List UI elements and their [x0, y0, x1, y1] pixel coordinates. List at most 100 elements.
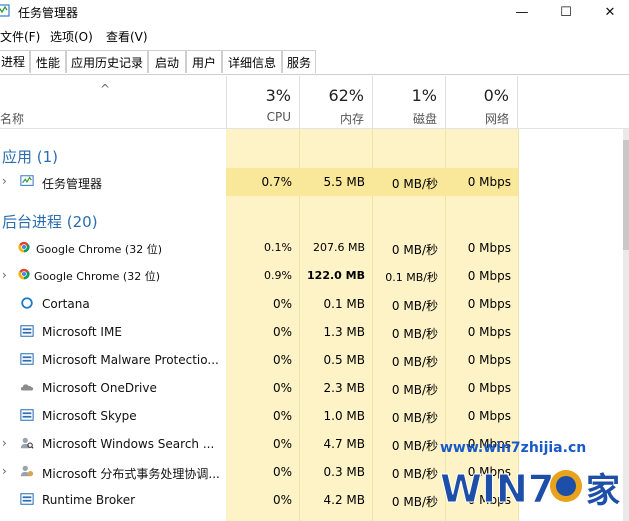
cpu-value: 0% [272, 493, 292, 507]
network-value: 0 Mbps [467, 297, 511, 311]
group-header-apps[interactable]: 应用 (1) [0, 140, 629, 168]
memory-value: 0.1 MB [323, 297, 365, 311]
disk-value: 0 MB/秒 [391, 467, 438, 481]
malware-icon [20, 353, 34, 365]
cpu-value: 0% [272, 297, 292, 311]
menu-options[interactable]: 选项(O) [50, 28, 93, 45]
process-row[interactable]: Microsoft Malware Protectio... 0% 0.5 MB… [0, 346, 629, 374]
disk-value: 0 MB/秒 [391, 327, 438, 341]
window-title: 任务管理器 [18, 6, 79, 20]
expand-chevron-icon[interactable]: › [2, 268, 7, 282]
process-name: Microsoft Malware Protectio... [42, 353, 219, 367]
process-name: Microsoft 分布式事务处理协调... [42, 467, 220, 481]
process-row[interactable]: Microsoft Skype 0% 1.0 MB 0 MB/秒 0 Mbps [0, 402, 629, 430]
network-value: 0 Mbps [467, 325, 511, 339]
memory-value: 207.6 MB [312, 241, 365, 254]
header-disk-label: 磁盘 [412, 112, 437, 126]
memory-value: 4.7 MB [323, 437, 365, 451]
process-name: Google Chrome (32 位) [36, 243, 163, 256]
cpu-value: 0% [272, 465, 292, 479]
group-title-background: 后台进程 (20) [2, 213, 98, 231]
expand-chevron-icon[interactable]: › [2, 436, 7, 450]
network-value: 0 Mbps [467, 241, 511, 255]
disk-value: 0 MB/秒 [391, 411, 438, 425]
tab-startup[interactable]: 启动 [148, 50, 186, 73]
process-name: Microsoft Windows Search ... [42, 437, 215, 451]
network-value: 0 Mbps [467, 409, 511, 423]
process-row[interactable]: Microsoft OneDrive 0% 2.3 MB 0 MB/秒 0 Mb… [0, 374, 629, 402]
header-network-pct: 0% [483, 86, 509, 105]
process-name: 任务管理器 [42, 177, 103, 191]
onedrive-icon [20, 384, 34, 391]
header-disk[interactable]: 1% 磁盘 [372, 76, 445, 128]
memory-value: 2.3 MB [323, 381, 365, 395]
sort-up-icon[interactable]: ^ [100, 82, 110, 96]
task-manager-icon [20, 175, 34, 186]
scrollbar-thumb[interactable] [623, 140, 629, 250]
memory-value: 5.5 MB [323, 175, 365, 189]
tab-app-history[interactable]: 应用历史记录 [66, 50, 148, 73]
expand-chevron-icon[interactable]: › [2, 174, 7, 188]
ime-icon [20, 325, 34, 337]
group-header-background[interactable]: 后台进程 (20) [0, 205, 629, 233]
menu-view[interactable]: 查看(V) [106, 28, 148, 45]
memory-value: 0.3 MB [323, 465, 365, 479]
header-name[interactable]: 名称 [0, 110, 24, 127]
tab-details[interactable]: 详细信息 [222, 50, 282, 73]
header-cpu-label: CPU [266, 110, 291, 124]
process-name: Microsoft OneDrive [42, 381, 157, 395]
memory-value: 0.5 MB [323, 353, 365, 367]
watermark-logo: WIN7 家 [440, 467, 621, 512]
dtc-icon [20, 465, 34, 477]
memory-value: 1.3 MB [323, 325, 365, 339]
memory-value: 4.2 MB [323, 493, 365, 507]
process-name: Cortana [42, 297, 90, 311]
disk-value: 0.1 MB/秒 [385, 271, 438, 284]
cpu-value: 0.7% [261, 175, 293, 189]
network-value: 0 Mbps [467, 353, 511, 367]
header-network[interactable]: 0% 网络 [445, 76, 518, 128]
cpu-value: 0.9% [264, 269, 292, 282]
process-name: Runtime Broker [42, 493, 136, 507]
disk-value: 0 MB/秒 [391, 243, 438, 257]
memory-value: 1.0 MB [323, 409, 365, 423]
header-cpu[interactable]: 3% CPU [226, 76, 299, 128]
search-person-icon [20, 437, 34, 449]
skype-icon [20, 409, 34, 421]
group-title-apps: 应用 (1) [2, 148, 59, 166]
process-name: Microsoft Skype [42, 409, 137, 423]
process-row[interactable]: Microsoft IME 0% 1.3 MB 0 MB/秒 0 Mbps [0, 318, 629, 346]
expand-chevron-icon[interactable]: › [2, 464, 7, 478]
close-button[interactable]: ✕ [588, 0, 629, 24]
disk-value: 0 MB/秒 [391, 355, 438, 369]
header-memory-label: 内存 [339, 112, 364, 126]
process-row[interactable]: › 任务管理器 0.7% 5.5 MB 0 MB/秒 0 Mbps [0, 168, 629, 196]
network-value: 0 Mbps [467, 175, 511, 189]
disk-value: 0 MB/秒 [391, 439, 438, 453]
task-manager-icon [0, 4, 10, 17]
cpu-value: 0% [272, 437, 292, 451]
memory-value: 122.0 MB [307, 269, 365, 282]
process-row[interactable]: Cortana 0% 0.1 MB 0 MB/秒 0 Mbps [0, 290, 629, 318]
disk-value: 0 MB/秒 [391, 177, 438, 191]
tab-processes[interactable]: 进程 [0, 50, 30, 73]
network-value: 0 Mbps [467, 269, 511, 283]
tab-performance[interactable]: 性能 [30, 50, 66, 73]
tab-services[interactable]: 服务 [282, 50, 316, 73]
process-row[interactable]: › Google Chrome (32 位) 0.9% 122.0 MB 0.1… [0, 262, 629, 290]
process-row[interactable]: Google Chrome (32 位) 0.1% 207.6 MB 0 MB/… [0, 234, 629, 262]
cortana-icon [21, 297, 33, 309]
minimize-button[interactable]: — [500, 0, 544, 24]
process-name: Google Chrome (32 位) [34, 270, 161, 283]
header-cpu-pct: 3% [265, 86, 291, 105]
header-memory[interactable]: 62% 内存 [299, 76, 372, 128]
network-value: 0 Mbps [467, 381, 511, 395]
menu-file[interactable]: 文件(F) [0, 28, 40, 45]
chrome-icon [18, 241, 30, 253]
process-name: Microsoft IME [42, 325, 122, 339]
maximize-button[interactable]: ☐ [544, 0, 588, 24]
disk-value: 0 MB/秒 [391, 299, 438, 313]
cpu-value: 0.1% [264, 241, 292, 254]
tab-users[interactable]: 用户 [186, 50, 222, 73]
cpu-value: 0% [272, 381, 292, 395]
